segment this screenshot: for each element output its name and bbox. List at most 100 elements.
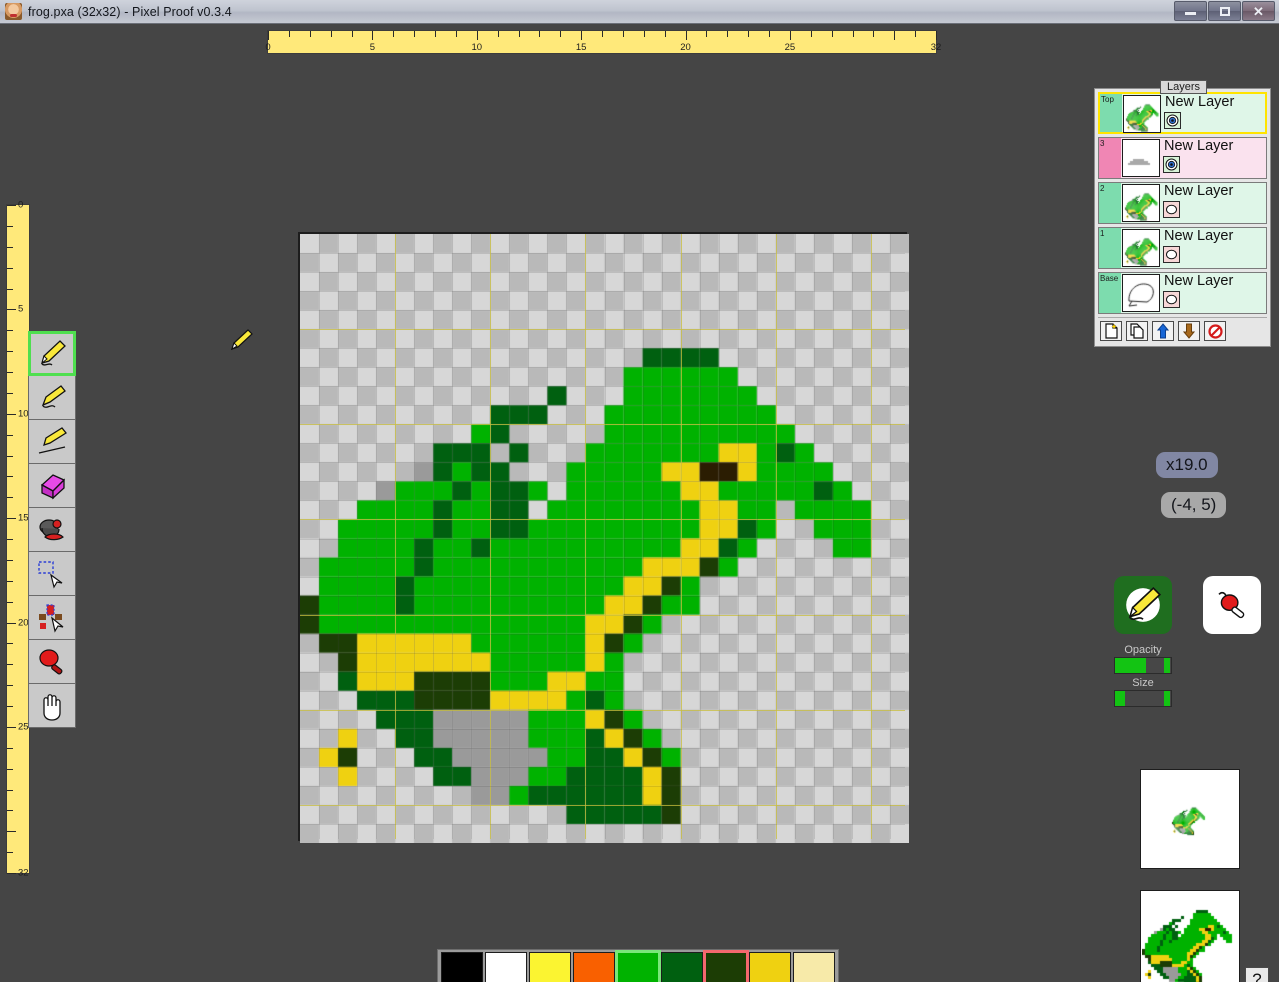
size-slider-fill bbox=[1115, 691, 1125, 706]
ruler-v-label: 10 bbox=[18, 408, 29, 419]
layers-panel-title: Layers bbox=[1160, 80, 1207, 94]
ruler-v-label: 32 bbox=[18, 868, 29, 879]
new-layer-button[interactable] bbox=[1100, 321, 1122, 341]
artwork-layer bbox=[300, 234, 909, 843]
layer-thumbnail bbox=[1122, 229, 1160, 267]
palette-swatch-cream[interactable] bbox=[793, 952, 835, 982]
maximize-button[interactable] bbox=[1208, 1, 1241, 21]
layer-name-label: New Layer bbox=[1164, 94, 1265, 110]
layer-index-badge: Top bbox=[1100, 94, 1122, 132]
layer-thumbnail bbox=[1123, 95, 1161, 133]
layer-row[interactable]: 2 New Layer bbox=[1098, 182, 1267, 224]
pixel-canvas[interactable] bbox=[298, 232, 907, 841]
workspace: 051015202532 051015202532 bbox=[0, 24, 1279, 982]
layer-row[interactable]: 3New Layer bbox=[1098, 137, 1267, 179]
layer-row[interactable]: Base New Layer bbox=[1098, 272, 1267, 314]
help-button[interactable]: ? bbox=[1245, 967, 1269, 982]
color-picker-tool[interactable] bbox=[28, 639, 76, 684]
close-icon: ✕ bbox=[1253, 5, 1264, 18]
ruler-h-label: 20 bbox=[680, 42, 691, 53]
layer-index-badge: 3 bbox=[1099, 138, 1121, 178]
pencil-cursor-icon bbox=[228, 327, 254, 353]
opacity-slider-fill bbox=[1115, 658, 1146, 673]
palette-swatch-black[interactable] bbox=[441, 952, 483, 982]
palette-swatch-dark-green[interactable] bbox=[661, 952, 703, 982]
palette-swatch-golden[interactable] bbox=[749, 952, 791, 982]
palette-swatch-green[interactable] bbox=[617, 952, 659, 982]
layer-visible-toggle[interactable] bbox=[1163, 156, 1180, 173]
brush-icon bbox=[35, 381, 69, 415]
layer-row[interactable]: Top New Layer bbox=[1098, 92, 1267, 134]
ruler-v-label: 20 bbox=[18, 617, 29, 628]
arrow-down-icon bbox=[1182, 323, 1196, 339]
layer-name-label: New Layer bbox=[1163, 228, 1266, 244]
layer-name-label: New Layer bbox=[1163, 273, 1266, 289]
move-layer-up-button[interactable] bbox=[1152, 321, 1174, 341]
pan-tool[interactable] bbox=[28, 683, 76, 728]
ruler-h-label: 5 bbox=[370, 42, 375, 53]
delete-layer-button[interactable] bbox=[1204, 321, 1226, 341]
zoom-level-indicator: x19.0 bbox=[1156, 452, 1218, 478]
ruler-h-label: 25 bbox=[785, 42, 796, 53]
window-controls: ✕ bbox=[1174, 1, 1275, 21]
layer-hidden-toggle[interactable] bbox=[1163, 201, 1180, 218]
eye-closed-icon bbox=[1165, 293, 1178, 306]
opacity-slider-handle[interactable] bbox=[1164, 658, 1170, 673]
layer-visible-toggle[interactable] bbox=[1164, 112, 1181, 129]
cursor-coordinates-indicator: (-4, 5) bbox=[1161, 492, 1226, 518]
move-layer-down-button[interactable] bbox=[1178, 321, 1200, 341]
size-slider[interactable] bbox=[1114, 690, 1172, 707]
preview-zoomed[interactable] bbox=[1140, 890, 1240, 982]
ruler-h-label: 15 bbox=[576, 42, 587, 53]
ruler-v-label: 0 bbox=[18, 200, 23, 211]
title-bar: frog.pxa (32x32) - Pixel Proof v0.3.4 ✕ bbox=[0, 0, 1279, 24]
palette-swatch-yellow[interactable] bbox=[529, 952, 571, 982]
opacity-slider[interactable] bbox=[1114, 657, 1172, 674]
layer-action-buttons bbox=[1098, 317, 1267, 343]
eraser-tool[interactable] bbox=[28, 463, 76, 508]
copy-pages-icon bbox=[1130, 323, 1144, 339]
color-palette bbox=[437, 949, 839, 982]
preview-actual-size[interactable] bbox=[1140, 769, 1240, 869]
close-button[interactable]: ✕ bbox=[1242, 1, 1275, 21]
layer-hidden-toggle[interactable] bbox=[1163, 291, 1180, 308]
eyedropper-icon bbox=[35, 645, 69, 679]
layer-thumbnail bbox=[1122, 139, 1160, 177]
layer-name-label: New Layer bbox=[1163, 183, 1266, 199]
eye-closed-icon bbox=[1165, 203, 1178, 216]
arrow-up-icon bbox=[1156, 323, 1170, 339]
layer-hidden-toggle[interactable] bbox=[1163, 246, 1180, 263]
line-tool[interactable] bbox=[28, 419, 76, 464]
eyedropper-icon bbox=[1212, 585, 1252, 625]
layer-thumbnail bbox=[1122, 274, 1160, 312]
layers-panel: TopNew Layer3New Layer2New Layer1New Lay… bbox=[1094, 88, 1271, 347]
window-title: frog.pxa (32x32) - Pixel Proof v0.3.4 bbox=[28, 5, 232, 19]
move-selection-icon bbox=[35, 601, 69, 635]
layer-index-badge: 2 bbox=[1099, 183, 1121, 223]
primary-tool-slot[interactable] bbox=[1114, 576, 1172, 634]
secondary-tool-slot[interactable] bbox=[1203, 576, 1261, 634]
paint-bucket-icon bbox=[35, 513, 69, 547]
tool-palette bbox=[28, 331, 76, 727]
palette-swatch-olive-dark[interactable] bbox=[705, 952, 747, 982]
marquee-select-icon bbox=[35, 557, 69, 591]
move-selection-tool[interactable] bbox=[28, 595, 76, 640]
paint-bucket-tool[interactable] bbox=[28, 507, 76, 552]
eye-open-icon bbox=[1165, 158, 1178, 171]
pencil-icon bbox=[35, 337, 69, 371]
layer-index-badge: Base bbox=[1099, 273, 1121, 313]
size-slider-handle[interactable] bbox=[1164, 691, 1170, 706]
ruler-h-label: 0 bbox=[265, 42, 270, 53]
ruler-h-label: 32 bbox=[931, 42, 942, 53]
duplicate-layer-button[interactable] bbox=[1126, 321, 1148, 341]
minimize-button[interactable] bbox=[1174, 1, 1207, 21]
palette-swatch-orange[interactable] bbox=[573, 952, 615, 982]
brush-tool[interactable] bbox=[28, 375, 76, 420]
rectangle-select-tool[interactable] bbox=[28, 551, 76, 596]
pencil-tool[interactable] bbox=[28, 331, 76, 376]
preview-large-canvas bbox=[1142, 892, 1238, 982]
preview-small-canvas bbox=[1142, 771, 1238, 867]
palette-swatch-white[interactable] bbox=[485, 952, 527, 982]
layer-row[interactable]: 1New Layer bbox=[1098, 227, 1267, 269]
ruler-v-label: 25 bbox=[18, 721, 29, 732]
